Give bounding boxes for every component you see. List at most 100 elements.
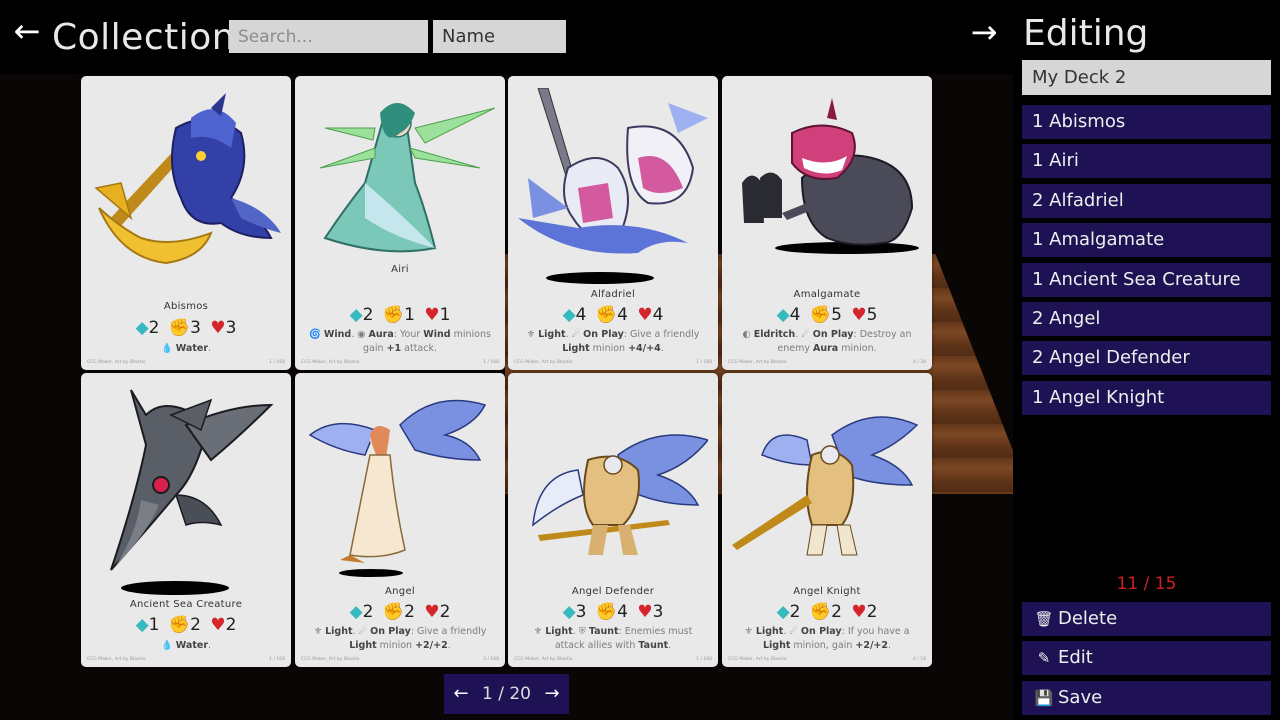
card-name: Angel Defender	[571, 586, 655, 597]
card-health: 2	[866, 602, 878, 622]
card-angel-knight[interactable]: Angel Knight ◆2 ✊2 ♥2 ⚜ Light. ☄ On Play…	[722, 373, 932, 667]
card-text: ◐ Eldritch. ☄ On Play: Destroy an enemy …	[742, 329, 912, 354]
search-input[interactable]	[229, 20, 428, 53]
deck-item[interactable]: 2 Angel Defender	[1022, 341, 1271, 376]
card-mana: 4	[789, 305, 801, 325]
deck-item[interactable]: 1 Ancient Sea Creature	[1022, 262, 1271, 297]
mana-gem-icon: ◆	[349, 602, 363, 622]
card-number: 4 / 38	[913, 360, 926, 365]
card-number: 1 / 168	[269, 360, 285, 365]
save-label: Save	[1058, 687, 1103, 708]
deck-item[interactable]: 2 Alfadriel	[1022, 183, 1271, 218]
deck-item[interactable]: 1 Angel Knight	[1022, 380, 1271, 415]
deck-card-count: 11 / 15	[1116, 574, 1177, 594]
card-stats: ◆2 ✊2 ♥2	[295, 602, 505, 622]
card-text: 💧 Water.	[160, 640, 212, 651]
card-credit: CCG Maker, Art by Blaatio	[301, 657, 360, 662]
page-title: Collection	[52, 17, 236, 58]
card-text: ⚜ Light. ☄ On Play: Give a friendly Ligh…	[526, 329, 700, 354]
card-amalgamate[interactable]: Amalgamate ◆4 ✊5 ♥5 ◐ Eldritch. ☄ On Pla…	[722, 76, 932, 370]
card-grid: Abismos ◆2 ✊3 ♥3 💧 Water. CCG Maker, Art…	[81, 76, 933, 667]
card-number: 3 / 168	[483, 657, 499, 662]
health-heart-icon: ♥	[851, 305, 867, 325]
card-footer: CCG Maker, Art by Blaatio 1 / 168	[87, 360, 285, 365]
card-shadow	[546, 272, 654, 284]
card-shadow	[339, 569, 403, 577]
deck-list: 1 Abismos 1 Airi 2 Alfadriel 1 Amalgamat…	[1022, 105, 1271, 420]
edit-label: Edit	[1058, 647, 1093, 668]
health-heart-icon: ♥	[424, 305, 440, 325]
card-text: ⚜ Light. ☄ On Play: Give a friendly Ligh…	[313, 626, 487, 651]
abismos-art	[94, 93, 281, 265]
card-mana: 2	[362, 305, 374, 325]
previous-page-button[interactable]: ←	[444, 674, 478, 714]
sort-select[interactable]: Name	[433, 20, 566, 53]
card-stats: ◆1 ✊2 ♥2	[81, 615, 291, 635]
card-stats: ◆4 ✊4 ♥4	[508, 305, 718, 325]
mana-gem-icon: ◆	[135, 615, 149, 635]
card-name: Alfadriel	[590, 289, 636, 300]
card-credit: CCG Maker, Art by Blaatio	[728, 657, 787, 662]
card-number: 1 / 168	[696, 360, 712, 365]
card-angel-defender[interactable]: Angel Defender ◆3 ✊4 ♥3 ⚜ Light. ⛨ Taunt…	[508, 373, 718, 667]
card-mana: 3	[575, 602, 587, 622]
attack-fist-icon: ✊	[595, 305, 618, 325]
arrow-left-icon[interactable]: ←	[10, 14, 44, 48]
angel-art	[308, 399, 487, 563]
mana-gem-icon: ◆	[135, 318, 149, 338]
card-credit: CCG Maker, Art by Blaatio	[87, 360, 146, 365]
card-attack: 5	[831, 305, 842, 325]
card-footer: CCG Maker, Art by Blaatio 4 / 18	[728, 657, 926, 662]
card-health: 2	[225, 615, 237, 635]
card-name: Abismos	[163, 301, 209, 312]
health-heart-icon: ♥	[637, 602, 653, 622]
edit-button[interactable]: ✎ Edit	[1022, 641, 1271, 675]
card-name: Ancient Sea Creature	[129, 599, 243, 610]
deck-item[interactable]: 2 Angel	[1022, 301, 1271, 336]
next-page-button[interactable]: →	[535, 674, 569, 714]
card-text: ⚜ Light. ☄ On Play: If you have a Light …	[744, 626, 910, 651]
floppy-disk-icon: 💾	[1034, 689, 1054, 707]
amalgamate-art	[742, 98, 919, 254]
card-mana: 4	[575, 305, 587, 325]
card-attack: 4	[617, 305, 628, 325]
card-attack: 2	[831, 602, 842, 622]
card-attack: 3	[190, 318, 201, 338]
card-footer: CCG Maker, Art by Blaatio 1 / 168	[301, 360, 499, 365]
card-shadow	[121, 581, 229, 595]
card-footer: CCG Maker, Art by Blaatio 1 / 168	[514, 657, 712, 662]
attack-fist-icon: ✊	[809, 602, 832, 622]
card-number: 1 / 168	[696, 657, 712, 662]
health-heart-icon: ♥	[851, 602, 867, 622]
card-angel[interactable]: Angel ◆2 ✊2 ♥2 ⚜ Light. ☄ On Play: Give …	[295, 373, 505, 667]
deck-item[interactable]: 1 Amalgamate	[1022, 223, 1271, 258]
card-mana: 2	[362, 602, 374, 622]
deck-item[interactable]: 1 Abismos	[1022, 105, 1271, 139]
card-text: ⚜ Light. ⛨ Taunt: Enemies must attack al…	[533, 626, 693, 651]
mana-gem-icon: ◆	[562, 305, 576, 325]
card-credit: CCG Maker, Art by Blaatio	[87, 657, 146, 662]
card-name: Amalgamate	[793, 289, 861, 300]
deck-item[interactable]: 1 Airi	[1022, 144, 1271, 179]
delete-button[interactable]: 🗑 Delete	[1022, 602, 1271, 636]
card-alfadriel[interactable]: Alfadriel ◆4 ✊4 ♥4 ⚜ Light. ☄ On Play: G…	[508, 76, 718, 370]
card-health: 3	[225, 318, 237, 338]
panel-title: Editing	[1023, 13, 1149, 54]
card-health: 1	[439, 305, 451, 325]
card-text: 💧 Water.	[160, 343, 212, 354]
attack-fist-icon: ✊	[382, 602, 405, 622]
card-airi[interactable]: Airi ◆2 ✊1 ♥1 🌀 Wind. ◉ Aura: Your Wind …	[295, 76, 505, 370]
health-heart-icon: ♥	[637, 305, 653, 325]
health-heart-icon: ♥	[210, 318, 226, 338]
card-text: 🌀 Wind. ◉ Aura: Your Wind minions gain +…	[309, 329, 491, 354]
card-stats: ◆2 ✊1 ♥1	[295, 305, 505, 325]
card-abismos[interactable]: Abismos ◆2 ✊3 ♥3 💧 Water. CCG Maker, Art…	[81, 76, 291, 370]
arrow-right-icon[interactable]: →	[966, 14, 1002, 50]
trash-icon: 🗑	[1034, 610, 1054, 628]
collection-header: ← Collection Name →	[0, 0, 1013, 74]
card-health: 5	[866, 305, 878, 325]
health-heart-icon: ♥	[210, 615, 226, 635]
deck-name-input[interactable]	[1022, 60, 1271, 95]
card-ancient-sea-creature[interactable]: Ancient Sea Creature ◆1 ✊2 ♥2 💧 Water. C…	[81, 373, 291, 667]
save-button[interactable]: 💾 Save	[1022, 681, 1271, 715]
